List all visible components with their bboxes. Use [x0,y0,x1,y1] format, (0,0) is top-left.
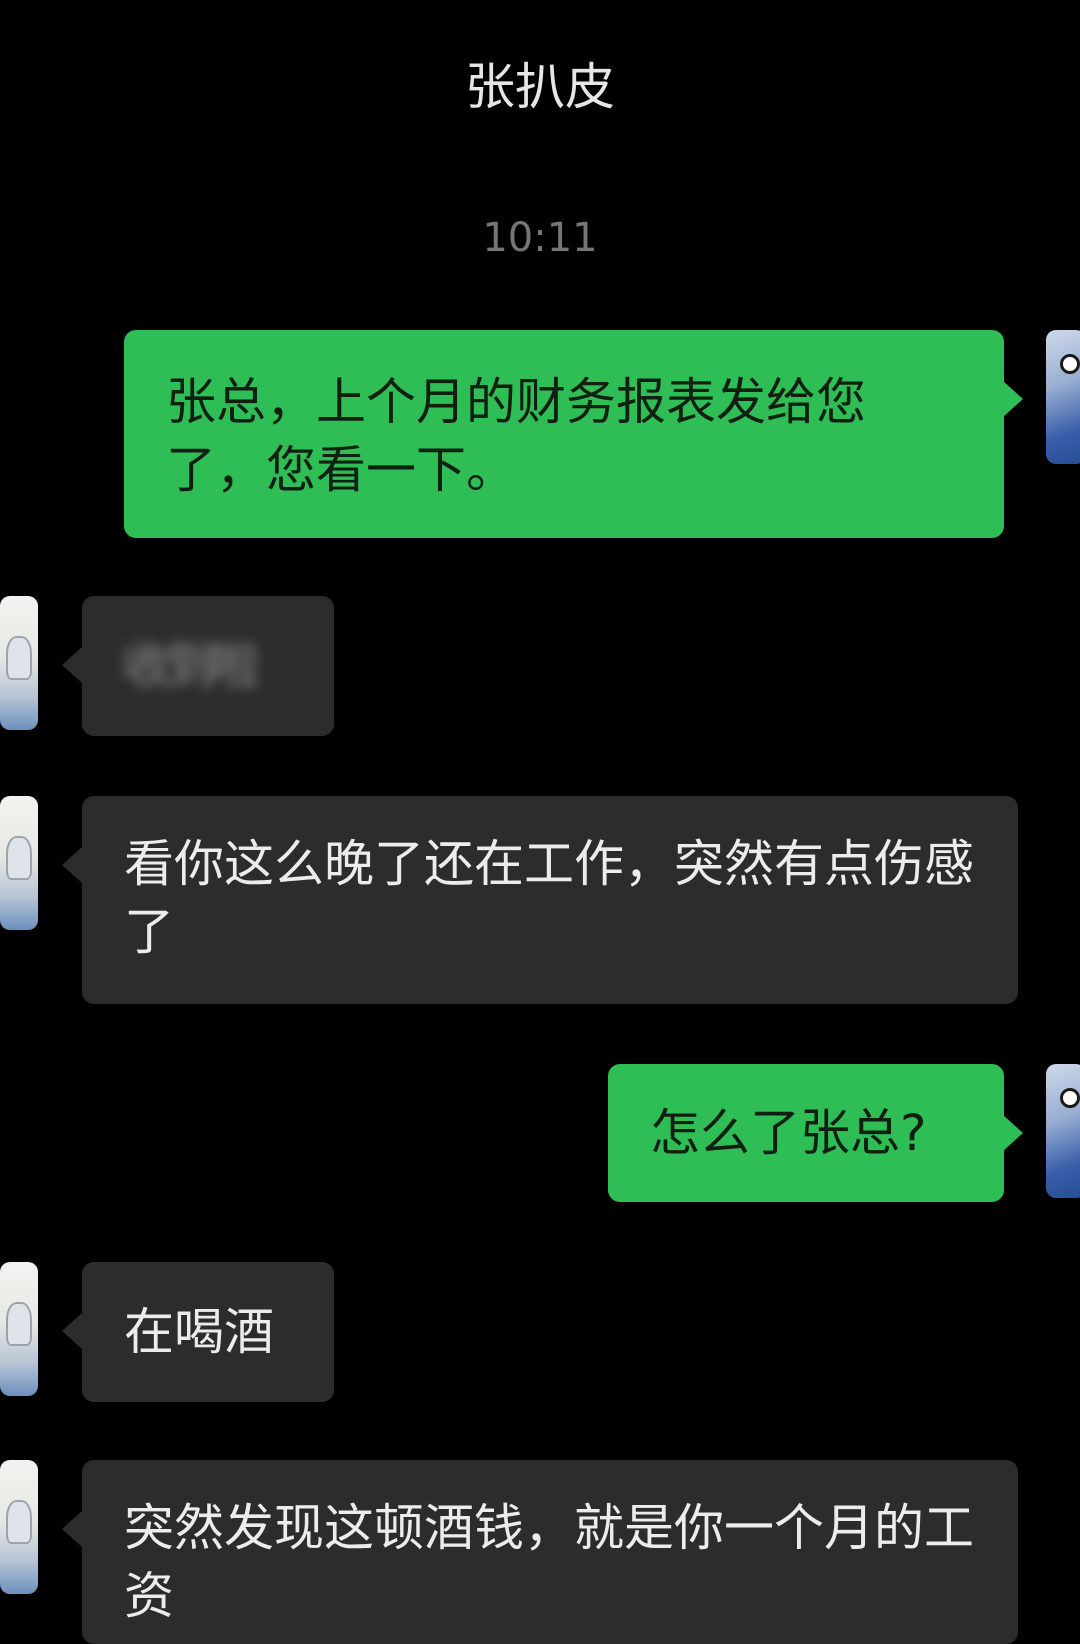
message-text: 怎么了张总? [650,1104,927,1162]
message-bubble-received[interactable]: 收到啦 [82,596,334,736]
message-timestamp: 10:11 [482,215,598,261]
obscured-message-text: 收到啦 [122,637,260,695]
contact-avatar[interactable] [0,1262,38,1396]
contact-avatar[interactable] [0,1460,38,1594]
message-text: 看你这么晚了还在工作，突然有点伤感了 [124,835,974,961]
message-bubble-received[interactable]: 在喝酒 [82,1262,334,1402]
my-avatar[interactable] [1046,330,1080,464]
message-bubble-received[interactable]: 看你这么晚了还在工作，突然有点伤感了 [82,796,1018,1004]
message-bubble-sent[interactable]: 张总，上个月的财务报表发给您了，您看一下。 [124,330,1004,538]
message-bubble-sent[interactable]: 怎么了张总? [608,1064,1004,1202]
message-text: 突然发现这顿酒钱，就是你一个月的工资 [124,1499,974,1625]
contact-avatar[interactable] [0,596,38,730]
my-avatar[interactable] [1046,1064,1080,1198]
bubble-tail [62,1511,82,1547]
bubble-tail [62,847,82,883]
message-bubble-received[interactable]: 突然发现这顿酒钱，就是你一个月的工资 [82,1460,1018,1644]
bubble-tail [62,647,82,683]
bubble-tail [1003,1115,1023,1151]
message-text: 张总，上个月的财务报表发给您了，您看一下。 [166,373,866,499]
bubble-tail [62,1313,82,1349]
bubble-tail [1003,381,1023,417]
message-text: 在喝酒 [124,1303,274,1361]
contact-avatar[interactable] [0,796,38,930]
chat-title: 张扒皮 [465,58,615,116]
